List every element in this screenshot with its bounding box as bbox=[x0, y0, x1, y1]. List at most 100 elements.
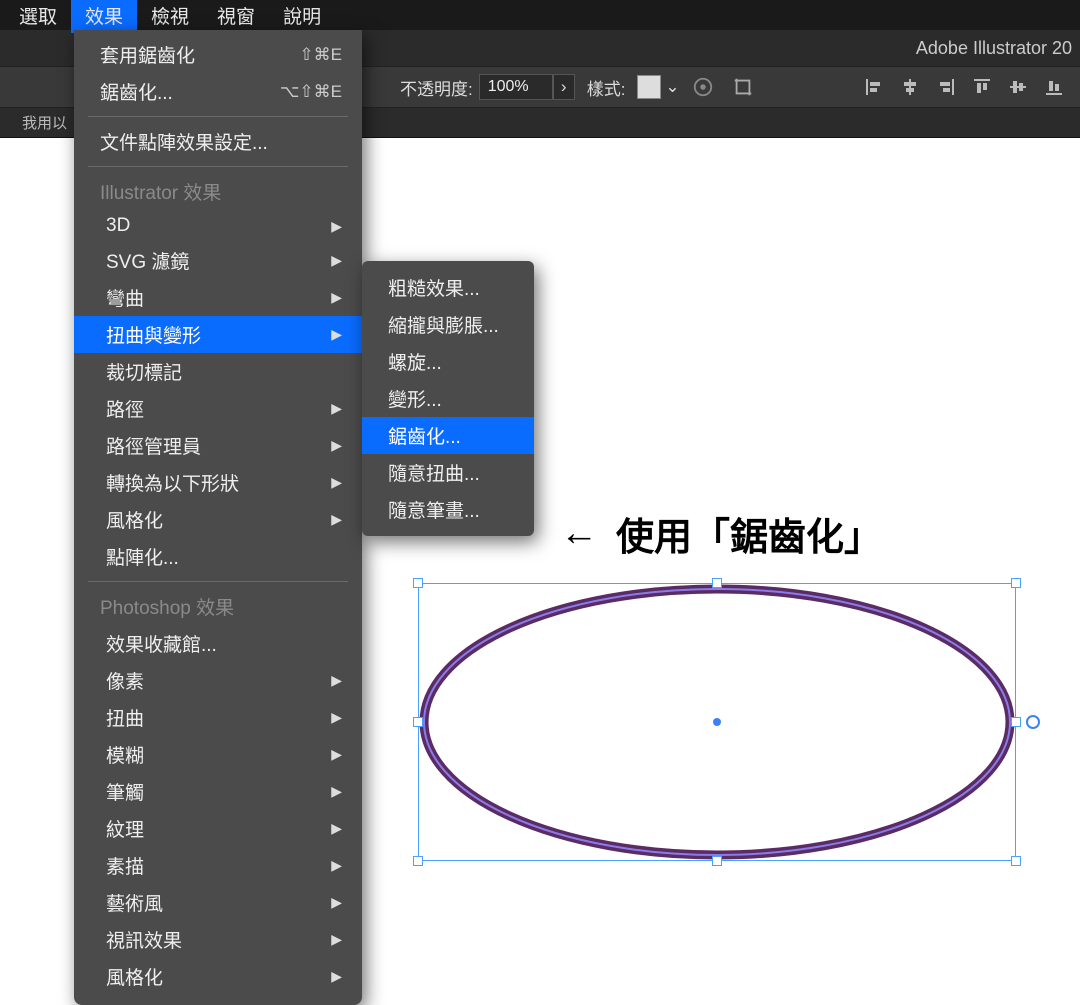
recolor-icon[interactable] bbox=[687, 71, 719, 103]
menu-window[interactable]: 視窗 bbox=[203, 0, 269, 33]
section-label: Photoshop 效果 bbox=[100, 593, 234, 620]
menu-label: 隨意筆畫... bbox=[388, 496, 480, 523]
menu-label: 路徑 bbox=[106, 395, 144, 422]
submenu-item[interactable]: 隨意筆畫... bbox=[362, 491, 534, 528]
style-dropdown[interactable]: ⌄ bbox=[661, 74, 683, 100]
submenu-arrow-icon: ▶ bbox=[331, 218, 342, 235]
menu-label: 紋理 bbox=[106, 815, 144, 842]
align-bottom-icon[interactable] bbox=[1040, 73, 1068, 101]
menu-label: 鋸齒化... bbox=[388, 422, 461, 449]
crop-icon[interactable] bbox=[727, 71, 759, 103]
menu-item[interactable]: 筆觸 ▶ bbox=[74, 773, 362, 810]
menu-item[interactable]: 紋理 ▶ bbox=[74, 810, 362, 847]
menu-label: 風格化 bbox=[106, 963, 163, 990]
submenu-item[interactable]: 縮攏與膨脹... bbox=[362, 306, 534, 343]
menu-item[interactable]: SVG 濾鏡 ▶ bbox=[74, 242, 362, 279]
menu-label: 視訊效果 bbox=[106, 926, 182, 953]
opacity-stepper[interactable]: › bbox=[553, 74, 575, 100]
effect-dropdown: 套用鋸齒化 ⇧⌘E 鋸齒化... ⌥⇧⌘E 文件點陣效果設定... Illust… bbox=[74, 30, 362, 1005]
menu-view[interactable]: 檢視 bbox=[137, 0, 203, 33]
menu-label: 藝術風 bbox=[106, 889, 163, 916]
align-right-icon[interactable] bbox=[932, 73, 960, 101]
menu-label: 文件點陣效果設定... bbox=[100, 128, 268, 155]
menu-effect[interactable]: 效果 bbox=[71, 0, 137, 33]
pivot-handle[interactable] bbox=[1026, 715, 1040, 729]
handle-top-mid[interactable] bbox=[712, 578, 722, 588]
menu-item[interactable]: 模糊 ▶ bbox=[74, 736, 362, 773]
submenu-arrow-icon: ▶ bbox=[331, 511, 342, 528]
handle-top-left[interactable] bbox=[413, 578, 423, 588]
center-point-icon bbox=[713, 718, 721, 726]
submenu-arrow-icon: ▶ bbox=[331, 894, 342, 911]
submenu-arrow-icon: ▶ bbox=[331, 437, 342, 454]
menu-item[interactable]: 轉換為以下形狀 ▶ bbox=[74, 464, 362, 501]
submenu-arrow-icon: ▶ bbox=[331, 783, 342, 800]
opacity-input[interactable] bbox=[479, 74, 553, 100]
menu-label: 效果收藏館... bbox=[106, 630, 217, 657]
submenu-item[interactable]: 變形... bbox=[362, 380, 534, 417]
menu-label: 轉換為以下形狀 bbox=[106, 469, 239, 496]
menu-item[interactable]: 風格化▶ bbox=[74, 958, 362, 995]
menu-item[interactable]: 素描▶ bbox=[74, 847, 362, 884]
menu-label: 裁切標記 bbox=[106, 358, 182, 385]
doc-tab[interactable]: 我用以 bbox=[12, 108, 77, 137]
menu-doc-raster-settings[interactable]: 文件點陣效果設定... bbox=[74, 123, 362, 160]
menu-item[interactable]: 彎曲 ▶ bbox=[74, 279, 362, 316]
distort-transform-submenu: 粗糙效果...縮攏與膨脹...螺旋... 變形... 鋸齒化... 隨意扭曲... 隨意… bbox=[362, 261, 534, 536]
menu-label: 彎曲 bbox=[106, 284, 144, 311]
submenu-arrow-icon: ▶ bbox=[331, 820, 342, 837]
submenu-item[interactable]: 鋸齒化... bbox=[362, 417, 534, 454]
handle-bottom-left[interactable] bbox=[413, 856, 423, 866]
menu-item[interactable]: 點陣化... bbox=[74, 538, 362, 575]
menu-select[interactable]: 選取 bbox=[5, 0, 71, 33]
submenu-arrow-icon: ▶ bbox=[331, 931, 342, 948]
submenu-arrow-icon: ▶ bbox=[331, 746, 342, 763]
shortcut-label: ⌥⇧⌘E bbox=[280, 82, 342, 102]
submenu-arrow-icon: ▶ bbox=[331, 326, 342, 343]
menu-label: 變形... bbox=[388, 385, 442, 412]
menu-item[interactable]: 視訊效果 ▶ bbox=[74, 921, 362, 958]
submenu-item[interactable]: 螺旋... bbox=[362, 343, 534, 380]
submenu-arrow-icon: ▶ bbox=[331, 474, 342, 491]
separator bbox=[88, 581, 348, 582]
handle-mid-left[interactable] bbox=[413, 717, 423, 727]
selected-ellipse-object[interactable] bbox=[418, 583, 1016, 861]
chevron-down-icon: ⌄ bbox=[665, 77, 679, 97]
menu-help[interactable]: 說明 bbox=[269, 0, 335, 33]
menu-item[interactable]: 藝術風 ▶ bbox=[74, 884, 362, 921]
section-header-illustrator: Illustrator 效果 bbox=[74, 173, 362, 210]
submenu-item[interactable]: 粗糙效果... bbox=[362, 269, 534, 306]
menu-label: 模糊 bbox=[106, 741, 144, 768]
menu-item[interactable]: 裁切標記 bbox=[74, 353, 362, 390]
menu-item[interactable]: 扭曲▶ bbox=[74, 699, 362, 736]
handle-bottom-right[interactable] bbox=[1011, 856, 1021, 866]
menu-item[interactable]: 扭曲與變形 ▶ bbox=[74, 316, 362, 353]
submenu-arrow-icon: ▶ bbox=[331, 289, 342, 306]
handle-top-right[interactable] bbox=[1011, 578, 1021, 588]
menu-item[interactable]: 路徑管理員 ▶ bbox=[74, 427, 362, 464]
style-swatch[interactable] bbox=[637, 75, 661, 99]
menu-label: 路徑管理員 bbox=[106, 432, 201, 459]
align-group bbox=[856, 73, 1072, 101]
menu-last-effect[interactable]: 鋸齒化... ⌥⇧⌘E bbox=[74, 73, 362, 110]
align-top-icon[interactable] bbox=[968, 73, 996, 101]
menu-item[interactable]: 效果收藏館... bbox=[74, 625, 362, 662]
menu-item[interactable]: 路徑▶ bbox=[74, 390, 362, 427]
menu-label: SVG 濾鏡 bbox=[106, 247, 189, 274]
menu-label: 筆觸 bbox=[106, 778, 144, 805]
handle-mid-right[interactable] bbox=[1011, 717, 1021, 727]
menu-item[interactable]: 3D▶ bbox=[74, 210, 362, 242]
menu-label: 素描 bbox=[106, 852, 144, 879]
align-vcenter-icon[interactable] bbox=[1004, 73, 1032, 101]
menu-apply-last-effect[interactable]: 套用鋸齒化 ⇧⌘E bbox=[74, 36, 362, 73]
menu-label: 隨意扭曲... bbox=[388, 459, 480, 486]
menu-label: 扭曲與變形 bbox=[106, 321, 201, 348]
menu-item[interactable]: 像素▶ bbox=[74, 662, 362, 699]
align-hcenter-icon[interactable] bbox=[896, 73, 924, 101]
handle-bottom-mid[interactable] bbox=[712, 856, 722, 866]
submenu-arrow-icon: ▶ bbox=[331, 252, 342, 269]
submenu-item[interactable]: 隨意扭曲... bbox=[362, 454, 534, 491]
style-label: 樣式: bbox=[587, 75, 626, 100]
menu-item[interactable]: 風格化▶ bbox=[74, 501, 362, 538]
align-left-icon[interactable] bbox=[860, 73, 888, 101]
